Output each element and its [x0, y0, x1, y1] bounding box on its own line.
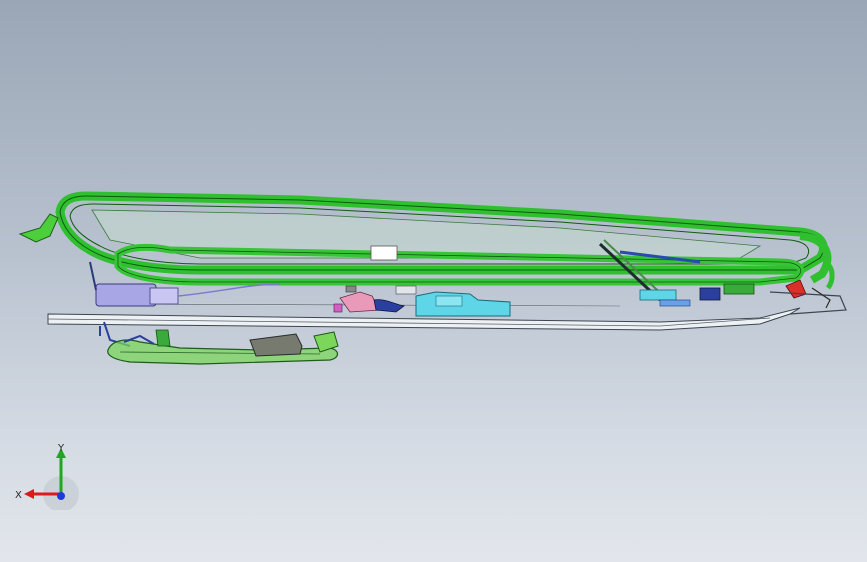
sunroof-assembly-model[interactable] [0, 0, 867, 562]
x-axis-label: X [15, 490, 22, 501]
label-plate [370, 245, 398, 261]
cad-viewport[interactable]: Y X [0, 0, 867, 562]
lower-bracket [107, 329, 339, 365]
y-axis-label: Y [57, 443, 65, 454]
z-axis-dot [57, 492, 65, 500]
coordinate-triad: Y X [15, 443, 79, 510]
glass-frame [18, 191, 835, 290]
center-components [333, 285, 511, 317]
x-axis-arrowhead [24, 489, 34, 499]
